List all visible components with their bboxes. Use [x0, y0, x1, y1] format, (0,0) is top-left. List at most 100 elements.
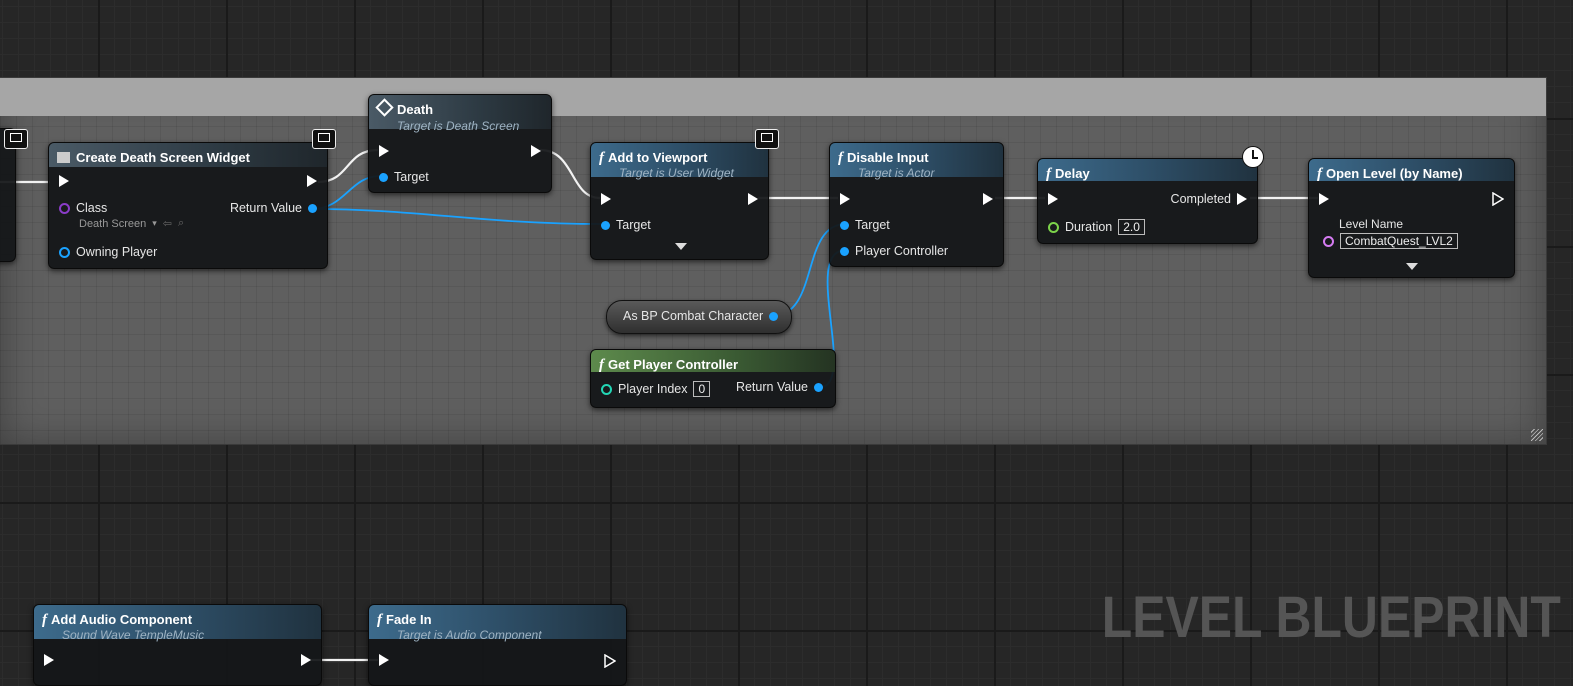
network-icon [312, 129, 336, 149]
node-title: Fade In [386, 612, 432, 627]
player-index-input[interactable]: 0 [693, 381, 711, 397]
disable-input-node[interactable]: f Disable Input Target is Actor Target Pl… [829, 142, 1004, 267]
node-title: Disable Input [847, 150, 929, 165]
player-index-label: Player Index [618, 382, 688, 396]
duration-label: Duration [1065, 220, 1113, 234]
return-value-pin-icon [814, 382, 823, 392]
exec-in-pin[interactable] [379, 145, 389, 157]
completed-label: Completed [1170, 192, 1231, 206]
exec-in-icon [601, 193, 611, 205]
add-to-viewport-header: f Add to Viewport Target is User Widget [591, 143, 768, 180]
node-title: Death [397, 102, 434, 117]
create-widget-header: Create Death Screen Widget [49, 143, 327, 167]
level-blueprint-watermark: LEVEL BLUEPRINT [1101, 585, 1561, 650]
player-controller-pin-icon [840, 246, 849, 256]
class-pin-icon [59, 202, 70, 214]
return-value-pin[interactable]: Return Value [736, 380, 823, 394]
target-pin[interactable]: Target [840, 218, 890, 232]
exec-in-pin[interactable] [379, 654, 389, 666]
function-icon: f [599, 357, 604, 373]
function-icon: f [1046, 166, 1051, 182]
comment-title-bar[interactable] [0, 78, 1546, 116]
get-player-controller-header: f Get Player Controller [591, 350, 835, 373]
exec-in-pin[interactable] [1048, 193, 1058, 205]
exec-in-pin[interactable] [59, 175, 69, 187]
player-controller-pin[interactable]: Player Controller [840, 244, 948, 258]
class-dropdown[interactable]: Death Screen ▾ ⇦ ⌕ [79, 217, 184, 230]
exec-in-pin[interactable] [840, 193, 850, 205]
level-name-label: Level Name [1339, 217, 1404, 231]
exec-out-icon [1237, 193, 1247, 205]
duration-input[interactable]: 2.0 [1118, 219, 1145, 235]
exec-out-icon [983, 193, 993, 205]
exec-out-pin[interactable] [531, 145, 541, 157]
target-label: Target [855, 218, 890, 232]
network-icon [4, 129, 28, 149]
exec-out-pin[interactable] [748, 193, 758, 205]
owning-player-pin[interactable]: Owning Player [59, 245, 157, 259]
add-audio-header: f Add Audio Component Sound Wave TempleMu… [34, 605, 321, 642]
class-value: Death Screen [79, 217, 147, 230]
owning-player-pin-icon [59, 246, 70, 258]
add-to-viewport-node[interactable]: f Add to Viewport Target is User Widget T… [590, 142, 769, 260]
node-title: Open Level (by Name) [1326, 166, 1463, 181]
node-subtitle: Target is Actor [858, 166, 935, 180]
browse-icon[interactable]: ⌕ [178, 217, 184, 230]
use-selected-icon[interactable]: ⇦ [163, 217, 172, 230]
exec-out-pin[interactable] [983, 193, 993, 205]
exec-in-pin[interactable] [1319, 193, 1329, 205]
network-icon [755, 129, 779, 149]
fade-in-header: f Fade In Target is Audio Component [369, 605, 626, 642]
exec-in-icon [59, 175, 69, 187]
target-pin-icon [379, 172, 388, 182]
fade-in-node[interactable]: f Fade In Target is Audio Component [368, 604, 627, 686]
get-player-controller-node[interactable]: f Get Player Controller Player Index 0 Re… [590, 349, 836, 408]
exec-out-icon [307, 175, 317, 187]
comment-resize-handle[interactable] [1531, 429, 1543, 441]
widget-icon [57, 152, 70, 163]
exec-out-pin[interactable] [1492, 192, 1504, 206]
return-value-label: Return Value [735, 380, 808, 394]
open-level-node[interactable]: f Open Level (by Name) Level Name CombatQ… [1308, 158, 1515, 278]
function-icon: f [599, 150, 604, 166]
exec-out-icon [748, 193, 758, 205]
exec-in-icon [44, 654, 54, 666]
return-value-label: Return Value [229, 201, 302, 215]
player-index-pin[interactable]: Player Index 0 [601, 381, 711, 397]
create-widget-node[interactable]: Create Death Screen Widget Class Death S… [48, 142, 328, 269]
exec-in-pin[interactable] [44, 654, 54, 666]
exec-out-pin[interactable] [301, 654, 311, 666]
node-title: Get Player Controller [608, 357, 739, 372]
delay-header: f Delay [1038, 159, 1257, 182]
cast-node[interactable]: As BP Combat Character [606, 300, 792, 334]
node-title: Add Audio Component [51, 612, 193, 627]
delay-node[interactable]: f Delay Completed Duration 2.0 [1037, 158, 1258, 244]
expand-chevron-icon[interactable] [675, 243, 687, 250]
node-title: Add to Viewport [608, 150, 708, 165]
death-node[interactable]: Death Target is Death Screen Target [368, 94, 552, 193]
cast-pin-icon [769, 311, 779, 321]
node-subtitle: Sound Wave TempleMusic [62, 628, 205, 642]
level-name-pin[interactable]: CombatQuest_LVL2 [1323, 233, 1458, 249]
class-pin[interactable]: Class [59, 201, 107, 215]
class-label: Class [76, 201, 108, 215]
expand-chevron-icon[interactable] [1406, 263, 1418, 270]
owning-player-label: Owning Player [76, 245, 158, 259]
target-pin-icon [601, 220, 610, 230]
completed-pin[interactable]: Completed [1171, 192, 1247, 206]
cast-output-pin[interactable]: As BP Combat Character [623, 309, 779, 323]
target-pin[interactable]: Target [601, 218, 651, 232]
node-subtitle: Target is Audio Component [397, 628, 542, 642]
disable-input-header: f Disable Input Target is Actor [830, 143, 1003, 180]
open-level-header: f Open Level (by Name) [1309, 159, 1514, 182]
target-pin[interactable]: Target [379, 170, 429, 184]
exec-out-pin[interactable] [604, 654, 616, 668]
level-name-input[interactable]: CombatQuest_LVL2 [1340, 233, 1458, 249]
latent-clock-icon [1242, 146, 1264, 168]
exec-in-pin[interactable] [601, 193, 611, 205]
duration-pin-icon [1048, 221, 1059, 233]
duration-pin[interactable]: Duration 2.0 [1048, 219, 1145, 235]
return-value-pin[interactable]: Return Value [230, 201, 317, 215]
exec-out-pin[interactable] [307, 175, 317, 187]
add-audio-component-node[interactable]: f Add Audio Component Sound Wave TempleMu… [33, 604, 322, 686]
